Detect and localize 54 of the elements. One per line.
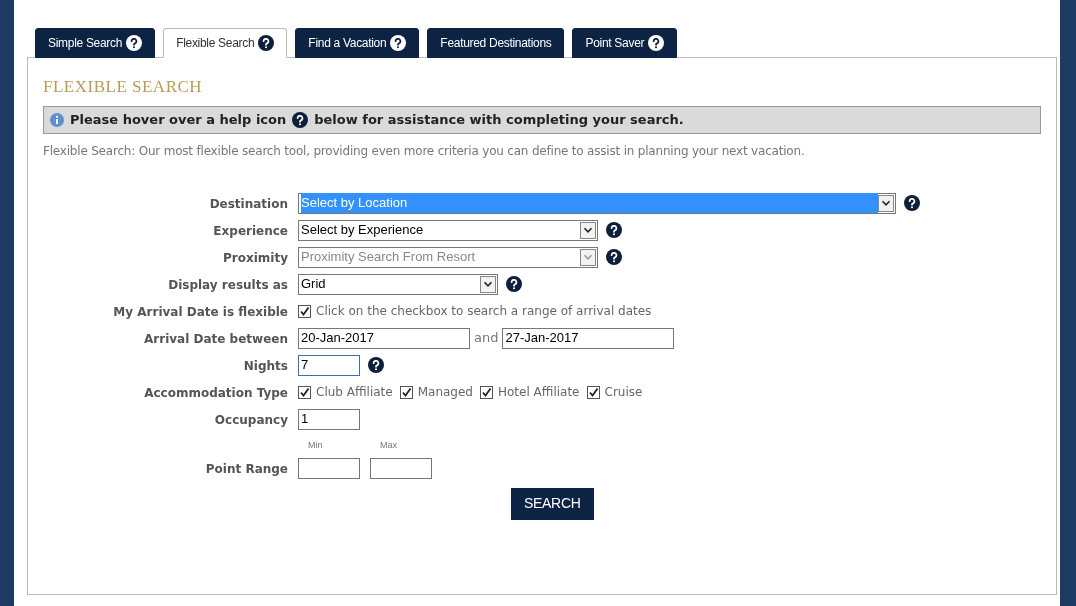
tab[interactable]: Find a Vacation <box>295 28 420 58</box>
select-field[interactable]: Select by Experience <box>298 219 598 241</box>
checkbox-label: Hotel Affiliate <box>497 384 580 401</box>
checkbox-label: Cruise <box>604 384 643 401</box>
tab[interactable]: Simple Search <box>35 28 156 58</box>
checkbox[interactable] <box>586 385 600 399</box>
info-icon <box>50 112 64 127</box>
dropdown-caret-icon[interactable] <box>878 194 894 212</box>
field-label: Occupancy <box>214 413 288 427</box>
description-text: Flexible Search: Our most flexible search tool, providing even more criteria you can define to assist in planning your next vacation. <box>43 142 806 160</box>
dropdown-caret-icon[interactable] <box>580 221 596 239</box>
help-icon[interactable] <box>606 222 622 238</box>
tab[interactable]: Point Saver <box>572 28 678 58</box>
field-label: Proximity <box>223 251 288 265</box>
field-label: Destination <box>209 197 288 211</box>
min-caption: Min <box>308 438 324 452</box>
notice-text: below for assistance with completing your search. <box>314 110 684 129</box>
notice-text: Please hover over a help icon <box>70 110 287 129</box>
field-label: Nights <box>243 359 288 373</box>
dropdown-caret-icon[interactable] <box>480 275 496 293</box>
max-caption: Max <box>380 438 397 452</box>
field-label: Point Range <box>205 462 288 476</box>
search-button[interactable]: SEARCH <box>511 487 594 520</box>
checkbox-label: Club Affiliate <box>316 384 393 401</box>
field-label: Display results as <box>168 278 288 292</box>
help-icon[interactable] <box>368 357 384 373</box>
help-icon[interactable] <box>390 35 407 51</box>
checkbox-hint: Click on the checkbox to search a range of arrival dates <box>316 303 652 320</box>
field-label: Arrival Date between <box>144 332 288 346</box>
checkbox[interactable] <box>479 385 493 399</box>
help-icon[interactable] <box>292 111 309 128</box>
checkbox[interactable] <box>298 385 311 399</box>
help-icon[interactable] <box>506 276 522 292</box>
date-field[interactable]: 20-Jan-2017 <box>298 327 470 349</box>
field-label: Accommodation Type <box>144 386 288 400</box>
tab[interactable]: Featured Destinations <box>427 28 565 58</box>
help-icon[interactable] <box>126 35 143 51</box>
checkbox[interactable] <box>298 304 311 318</box>
help-icon[interactable] <box>648 35 665 51</box>
text-field[interactable]: 7 <box>298 354 360 376</box>
tab[interactable]: Flexible Search <box>163 28 288 58</box>
field-label: My Arrival Date is flexible <box>113 305 288 319</box>
help-icon[interactable] <box>904 195 920 211</box>
text-field[interactable]: 1 <box>298 408 360 430</box>
max-field[interactable] <box>370 457 432 479</box>
checkbox-label: Managed <box>417 384 473 401</box>
checkbox[interactable] <box>399 385 413 399</box>
section-heading: FLEXIBLE SEARCH <box>43 76 204 98</box>
field-label: Experience <box>213 224 288 238</box>
date-field[interactable]: 27-Jan-2017 <box>502 327 675 349</box>
range-joiner: and <box>474 329 499 348</box>
help-icon[interactable] <box>258 35 275 51</box>
select-field[interactable]: Grid <box>298 273 498 295</box>
min-field[interactable] <box>298 457 360 479</box>
